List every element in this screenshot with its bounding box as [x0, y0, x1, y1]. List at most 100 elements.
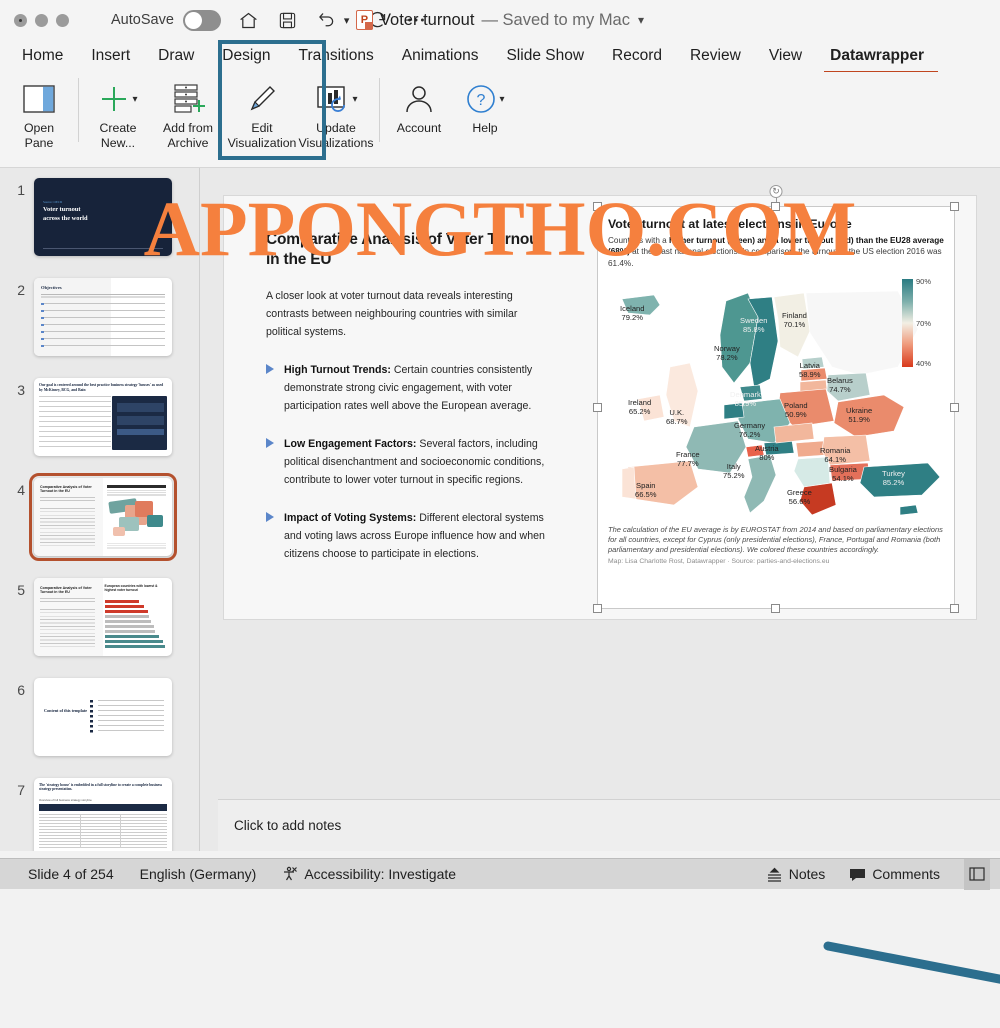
- chart-title: Voter turnout at latest elections in Eur…: [608, 217, 852, 231]
- slide-number: 4: [17, 482, 25, 498]
- slide-number: 7: [17, 782, 25, 798]
- create-new-chevron-down-icon[interactable]: ▾: [132, 94, 137, 105]
- accessibility-icon: [284, 866, 298, 881]
- bullet-item[interactable]: Impact of Voting Systems: Different elec…: [266, 509, 551, 563]
- legend-tick-mid: 70%: [916, 319, 932, 329]
- window-controls[interactable]: [14, 13, 69, 27]
- home-icon[interactable]: [238, 9, 260, 31]
- undo-icon[interactable]: [316, 9, 338, 31]
- chart-subtitle: Countries with a higher turnout (green) …: [608, 235, 944, 269]
- thumb1-kicker: Source: OECD: [43, 200, 63, 204]
- comments-button[interactable]: Comments: [849, 866, 940, 882]
- update-visualizations-chevron-down-icon[interactable]: ▾: [352, 94, 357, 105]
- resize-handle-ne[interactable]: [950, 202, 959, 211]
- map-label-finland: Finland 70.1%: [782, 311, 807, 329]
- document-menu-chevron-icon[interactable]: ▾: [638, 13, 644, 27]
- bullet-triangle-icon: [266, 512, 274, 522]
- bullet-item[interactable]: High Turnout Trends: Certain countries c…: [266, 361, 551, 415]
- slide-thumbnail-1[interactable]: 1 Source: OECD Voter turnout across the …: [0, 174, 199, 274]
- update-visualizations-button[interactable]: ▾ Update Visualizations: [299, 72, 373, 150]
- chart-legend: 90% 70% 40%: [902, 277, 946, 368]
- tab-datawrapper[interactable]: Datawrapper: [816, 40, 938, 74]
- edit-visualization-button[interactable]: Edit Visualization: [225, 72, 299, 150]
- thumbnail-image[interactable]: The 'strategy house' is embedded in a fu…: [34, 778, 172, 851]
- help-chevron-down-icon[interactable]: ▾: [499, 94, 504, 105]
- update-visualizations-label-1: Update: [316, 121, 356, 135]
- account-button[interactable]: Account: [386, 72, 452, 135]
- tab-design[interactable]: Design: [208, 40, 284, 72]
- language-status[interactable]: English (Germany): [140, 866, 257, 882]
- map-label-france: France 77.7%: [676, 450, 700, 468]
- add-from-archive-button[interactable]: Add from Archive: [151, 72, 225, 150]
- accessibility-status[interactable]: Accessibility: Investigate: [282, 866, 456, 882]
- thumbnail-image[interactable]: Our goal is centered around the best pra…: [34, 378, 172, 456]
- plus-icon: ▾: [98, 78, 138, 120]
- notes-placeholder[interactable]: Click to add notes: [234, 818, 341, 833]
- tab-insert[interactable]: Insert: [77, 40, 144, 72]
- slide-title[interactable]: Comparative Analysis of Voter Turnout in…: [266, 230, 551, 270]
- window-title-bar: AutoSave ▾ P Voter turnout — Saved to my…: [0, 0, 1000, 40]
- thumb7-title: The 'strategy house' is embedded in a fu…: [39, 783, 163, 792]
- slide-number: 5: [17, 582, 25, 598]
- ribbon-divider-2: [379, 78, 380, 142]
- slide-thumbnail-panel[interactable]: 1 Source: OECD Voter turnout across the …: [0, 168, 200, 851]
- rotate-handle[interactable]: ↻: [769, 185, 783, 198]
- map-label-romania: Romania 64.1%: [820, 446, 851, 464]
- thumbnail-image[interactable]: Comparative Analysis of Voter Turnout in…: [34, 578, 172, 656]
- autosave-control[interactable]: AutoSave: [111, 9, 221, 31]
- resize-handle-se[interactable]: [950, 604, 959, 613]
- map-label-greece: Greece 56.6%: [787, 488, 812, 506]
- resize-handle-s[interactable]: [771, 604, 780, 613]
- tab-record[interactable]: Record: [598, 40, 676, 72]
- datawrapper-map-object[interactable]: ↻ Voter turnout at latest elections in E…: [593, 185, 959, 613]
- person-icon: [402, 78, 436, 120]
- tab-slide-show[interactable]: Slide Show: [492, 40, 598, 72]
- pencil-icon: [244, 78, 280, 120]
- bullet-item[interactable]: Low Engagement Factors: Several factors,…: [266, 435, 551, 489]
- slide-editing-canvas[interactable]: Comparative Analysis of Voter Turnout in…: [224, 185, 976, 619]
- notes-pane[interactable]: Click to add notes: [218, 799, 1000, 851]
- tab-draw[interactable]: Draw: [144, 40, 208, 72]
- maximize-window-button[interactable]: [56, 13, 69, 27]
- resize-handle-sw[interactable]: [593, 604, 602, 613]
- slide-count-status[interactable]: Slide 4 of 254: [28, 866, 114, 882]
- map-label-poland: Poland 50.9%: [784, 401, 808, 419]
- slide-thumbnail-5[interactable]: 5 Comparative Analysis of Voter Turnout …: [0, 574, 199, 674]
- resize-handle-n[interactable]: [771, 202, 780, 211]
- close-window-button[interactable]: [14, 13, 27, 27]
- slide-thumbnail-7[interactable]: 7 The 'strategy house' is embedded in a …: [0, 774, 199, 851]
- slide-thumbnail-4[interactable]: 4 Comparative Analysis of Voter Turnout …: [0, 473, 199, 574]
- autosave-toggle[interactable]: [182, 9, 221, 31]
- tab-view[interactable]: View: [755, 40, 816, 72]
- view-mode-button[interactable]: [964, 858, 990, 890]
- resize-handle-nw[interactable]: [593, 202, 602, 211]
- tab-home[interactable]: Home: [8, 40, 77, 72]
- autosave-label: AutoSave: [111, 12, 174, 28]
- slide-thumbnail-3[interactable]: 3 Our goal is centered around the best p…: [0, 374, 199, 474]
- undo-dropdown-chevron-icon[interactable]: ▾: [344, 14, 350, 27]
- open-pane-label-1: Open: [23, 121, 55, 135]
- notes-button[interactable]: Notes: [766, 866, 825, 882]
- ribbon-tab-bar[interactable]: Home Insert Draw Design Transitions Anim…: [0, 40, 1000, 74]
- tab-animations[interactable]: Animations: [388, 40, 493, 72]
- save-icon[interactable]: [277, 9, 299, 31]
- slide-thumbnail-2[interactable]: 2 Objectives: [0, 274, 199, 374]
- open-pane-button[interactable]: Open Pane: [6, 72, 72, 150]
- choropleth-map[interactable]: Iceland 79.2% Sweden 85.8% Finland 70.1% No…: [598, 271, 954, 523]
- thumbnail-image-selected[interactable]: Comparative Analysis of Voter Turnout in…: [29, 473, 177, 561]
- tab-transitions[interactable]: Transitions: [285, 40, 388, 72]
- thumbnail-image[interactable]: Content of this template: [34, 678, 172, 756]
- slide-number: 6: [17, 682, 25, 698]
- thumbnail-image[interactable]: Source: OECD Voter turnout across the wo…: [34, 178, 172, 256]
- tab-review[interactable]: Review: [676, 40, 755, 72]
- slide-canvas-area[interactable]: Comparative Analysis of Voter Turnout in…: [200, 168, 1000, 984]
- create-new-button[interactable]: ▾ Create New...: [85, 72, 151, 150]
- slide-subtitle[interactable]: A closer look at voter turnout data reve…: [266, 287, 551, 341]
- document-name[interactable]: Voter turnout: [380, 11, 474, 30]
- slide-text-block[interactable]: Comparative Analysis of Voter Turnout in…: [224, 196, 579, 619]
- slide-thumbnail-6[interactable]: 6 Content of this template: [0, 674, 199, 774]
- thumbnail-image[interactable]: Objectives: [34, 278, 172, 356]
- edit-visualization-label-1: Edit: [251, 121, 273, 135]
- minimize-window-button[interactable]: [35, 13, 48, 27]
- help-button[interactable]: ? ▾ Help: [452, 72, 518, 135]
